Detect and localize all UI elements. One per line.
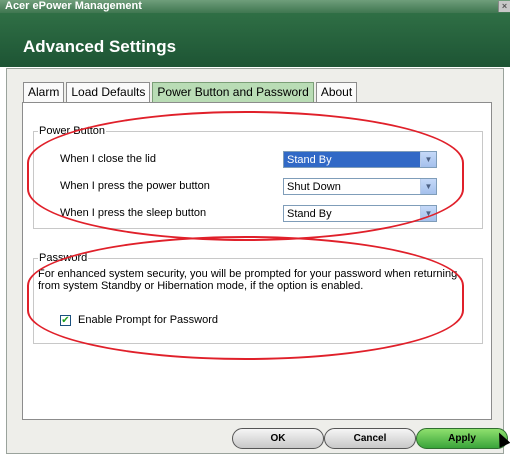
page-title: Advanced Settings xyxy=(23,37,177,56)
header-banner: Advanced Settings xyxy=(0,13,510,67)
tab-load-defaults[interactable]: Load Defaults xyxy=(66,82,151,102)
title-bar: Acer ePower Management × xyxy=(0,0,510,13)
ok-button[interactable]: OK xyxy=(232,428,324,449)
close-icon[interactable]: × xyxy=(498,1,510,12)
highlight-oval-power-button xyxy=(27,111,464,241)
app-window: Acer ePower Management × Advanced Settin… xyxy=(0,0,510,457)
highlight-oval-password xyxy=(27,236,464,360)
tab-power-button-and-password[interactable]: Power Button and Password xyxy=(152,82,314,102)
tab-alarm[interactable]: Alarm xyxy=(23,82,65,102)
cancel-button[interactable]: Cancel xyxy=(324,428,416,449)
tab-strip: Alarm Load Defaults Power Button and Pas… xyxy=(23,82,359,102)
tab-about[interactable]: About xyxy=(315,82,358,102)
window-title: Acer ePower Management xyxy=(5,0,142,12)
